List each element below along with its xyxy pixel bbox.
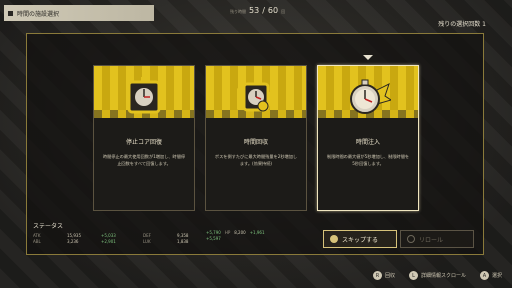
hint-label: 回収: [384, 273, 395, 279]
l-button-icon: L: [408, 271, 418, 280]
hp-value: 8,200: [234, 230, 246, 235]
hint-scroll: L 詳細情報スクロール: [408, 271, 466, 280]
r-button-icon: R: [372, 271, 382, 280]
stat-gain: +5,597: [206, 236, 221, 241]
hp-gain: +1,961: [249, 230, 265, 235]
hint-collect: R 回収: [372, 271, 395, 280]
stat-value: 9,358: [177, 233, 189, 238]
counter-max: 60: [267, 6, 279, 15]
card-time-recovery[interactable]: 時間回収 ボスを倒すたびに最大時間残量を2秒増加します。(効果持続): [205, 65, 307, 211]
stat-value: 15,935: [67, 233, 81, 238]
counter-label: 残り時間: [230, 9, 246, 14]
skip-icon: [330, 235, 338, 243]
hint-select: A 選択: [479, 271, 502, 280]
skip-label: スキップする: [342, 236, 379, 244]
card-name: 停止コア回復: [125, 139, 162, 146]
counter-unit: 回: [281, 9, 286, 14]
hint-label: 選択: [491, 273, 502, 279]
reroll-button[interactable]: リロール: [400, 230, 474, 248]
card-name: 時間注入: [355, 139, 380, 146]
status-panel: ステータス ATK 15,935 +5,033 DEF 9,358 ABL 3,…: [33, 221, 265, 244]
selected-arrow-icon: [363, 55, 373, 60]
card-desc: ボスを倒すたびに最大時間残量を2秒増加します。(効果持続): [214, 154, 298, 166]
stat-key: ATK: [33, 233, 41, 238]
counter-current: 53: [249, 6, 260, 15]
hint-label: 詳細情報スクロール: [420, 273, 466, 279]
skip-button[interactable]: スキップする: [323, 230, 397, 248]
stopwatch-core-icon: [127, 77, 161, 114]
header-square-icon: [8, 10, 13, 16]
header-bar: 時間の施設選択: [4, 5, 154, 21]
card-desc: 制限時間の最大値が5秒増加し、制限時間を5秒回復します。: [326, 154, 410, 166]
a-button-icon: A: [479, 271, 489, 280]
selection-counter: 残り時間 53 / 60 回: [230, 6, 285, 15]
stat-value: 1,838: [177, 239, 189, 244]
card-stop-core-recovery[interactable]: 停止コア回復 時間停止の最大使用回数が1増加し、時間停止回数をすべて回復します。: [93, 65, 195, 211]
reroll-icon: [407, 235, 415, 243]
stat-value: 3,236: [67, 239, 79, 244]
card-desc: 時間停止の最大使用回数が1増加し、時間停止回数をすべて回復します。: [102, 154, 186, 166]
stat-gain: +2,901: [101, 239, 116, 244]
stat-gain: +5,033: [101, 233, 116, 238]
header-title: 時間の施設選択: [17, 10, 60, 18]
stat-gain: +5,790: [206, 230, 221, 235]
counter-sep: /: [262, 6, 265, 15]
winged-clock-icon: [350, 79, 391, 114]
hp-label: HP: [224, 230, 231, 235]
stat-key: ABL: [33, 239, 41, 244]
stat-key: LUK: [143, 239, 151, 244]
status-title: ステータス: [33, 223, 64, 230]
stat-key: DEF: [143, 233, 151, 238]
card-time-injection[interactable]: 時間注入 制限時間の最大値が5秒増加し、制限時間を5秒回復します。: [317, 65, 419, 211]
remaining-choices: 残りの選択回数 1: [438, 21, 486, 28]
control-hints: R 回収 L 詳細情報スクロール A 選択: [372, 271, 502, 280]
clock-gear-icon: [237, 82, 275, 112]
hp-row: +5,790 HP 8,200 +1,961: [206, 230, 265, 235]
reroll-label: リロール: [419, 236, 444, 244]
card-name: 時間回収: [243, 139, 268, 146]
